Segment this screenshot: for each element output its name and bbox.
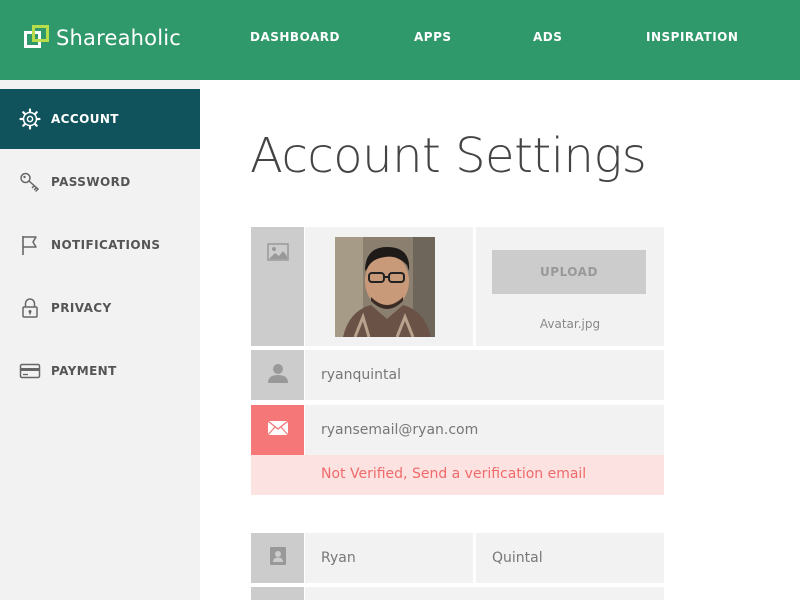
- gear-icon: [19, 108, 41, 130]
- sidebar-item-label: NOTIFICATIONS: [51, 238, 161, 252]
- upload-button[interactable]: UPLOAD: [492, 250, 646, 294]
- name-icon-cell: [251, 533, 304, 583]
- avatar-filename: Avatar.jpg: [539, 317, 601, 331]
- avatar-row-icon-cell: [251, 227, 304, 346]
- sidebar-item-label: ACCOUNT: [51, 112, 119, 126]
- sidebar-item-payment[interactable]: PAYMENT: [0, 341, 200, 401]
- last-name-value: Quintal: [492, 550, 543, 566]
- first-name-field[interactable]: Ryan: [305, 533, 473, 583]
- sidebar-item-privacy[interactable]: PRIVACY: [0, 278, 200, 338]
- first-name-value: Ryan: [321, 550, 356, 566]
- username-field[interactable]: ryanquintal: [305, 350, 664, 400]
- brand-logo[interactable]: Shareaholic: [24, 24, 181, 52]
- email-verification-alert: Not Verified, Send a verification email: [251, 455, 664, 495]
- image-icon: [266, 243, 289, 265]
- settings-sidebar: ACCOUNT PASSWORD NOTIFICATIONS PRIVACY P…: [0, 80, 200, 600]
- email-icon-cell: [251, 405, 304, 463]
- nav-dashboard[interactable]: DASHBOARD: [250, 30, 340, 44]
- next-row-icon-cell: [251, 587, 304, 600]
- send-verification-link[interactable]: Not Verified, Send a verification email: [321, 466, 586, 482]
- sidebar-item-password[interactable]: PASSWORD: [0, 152, 200, 212]
- nav-apps[interactable]: APPS: [414, 30, 452, 44]
- sidebar-item-label: PAYMENT: [51, 364, 117, 378]
- last-name-field[interactable]: Quintal: [476, 533, 664, 583]
- brand-name: Shareaholic: [56, 26, 182, 50]
- top-navigation-bar: Shareaholic DASHBOARD APPS ADS INSPIRATI…: [0, 0, 800, 80]
- next-row-field[interactable]: [305, 587, 664, 600]
- shareaholic-logo-icon: [24, 25, 50, 51]
- avatar: [335, 237, 435, 337]
- flag-icon: [19, 234, 41, 256]
- user-icon: [267, 362, 289, 388]
- nav-inspiration[interactable]: INSPIRATION: [646, 30, 738, 44]
- sidebar-item-label: PRIVACY: [51, 301, 112, 315]
- username-icon-cell: [251, 350, 304, 400]
- sidebar-item-label: PASSWORD: [51, 175, 131, 189]
- lock-icon: [19, 297, 41, 319]
- page-title: Account Settings: [250, 128, 647, 184]
- contact-card-icon: [268, 546, 288, 570]
- sidebar-item-account[interactable]: ACCOUNT: [0, 89, 200, 149]
- username-value: ryanquintal: [321, 367, 401, 383]
- key-icon: [19, 171, 41, 193]
- envelope-icon: [267, 420, 289, 440]
- sidebar-item-notifications[interactable]: NOTIFICATIONS: [0, 215, 200, 275]
- nav-ads[interactable]: ADS: [533, 30, 562, 44]
- credit-card-icon: [19, 360, 41, 382]
- email-field[interactable]: ryansemail@ryan.com: [305, 405, 664, 455]
- email-value: ryansemail@ryan.com: [321, 422, 479, 438]
